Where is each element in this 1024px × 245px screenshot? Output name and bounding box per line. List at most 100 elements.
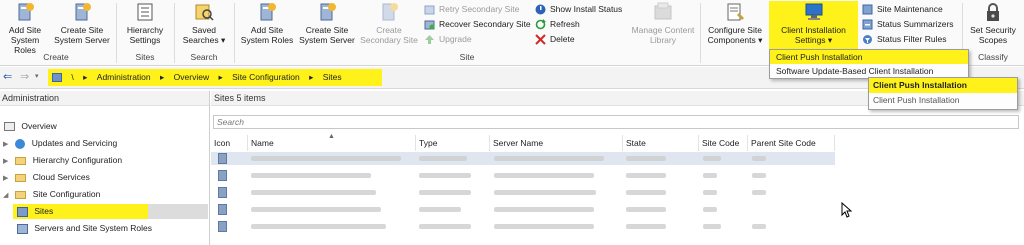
- set-security-scopes-button[interactable]: Set Security Scopes: [966, 1, 1020, 51]
- add-site-system-roles-button[interactable]: Add Site System Roles: [0, 1, 50, 55]
- breadcrumb-item[interactable]: Site Configuration: [232, 72, 300, 82]
- add-site-system-roles-button-2[interactable]: Add Site System Roles: [238, 1, 296, 51]
- blurred-cell: [626, 207, 666, 212]
- sort-ascending-icon: ▲: [328, 133, 335, 140]
- status-icon: [535, 4, 546, 15]
- table-row[interactable]: [211, 220, 835, 233]
- menu-item-client-push-installation[interactable]: Client Push Installation: [770, 50, 968, 64]
- configure-site-components-button[interactable]: Configure Site Components ▾: [703, 1, 767, 51]
- navigation-pane: Administration Overview ▶ Updates and Se…: [0, 91, 210, 245]
- column-header-server-name[interactable]: Server Name: [490, 135, 623, 151]
- create-site-system-server-button-2[interactable]: Create Site System Server: [298, 1, 356, 51]
- show-install-status-label: Show Install Status: [550, 4, 623, 14]
- nav-item-label: Servers and Site System Roles: [34, 223, 153, 233]
- filter-rules-icon: [862, 34, 873, 45]
- settings-list-icon: [134, 1, 156, 23]
- refresh-button[interactable]: Refresh: [535, 17, 580, 31]
- nav-item-label: Hierarchy Configuration: [32, 155, 123, 165]
- back-arrow-icon[interactable]: ⇐: [3, 70, 12, 83]
- menu-item-software-update-based-installation[interactable]: Software Update-Based Client Installatio…: [770, 64, 968, 78]
- table-row[interactable]: [211, 186, 835, 199]
- nav-item-label: Cloud Services: [32, 172, 90, 182]
- nav-item-label: Overview: [21, 121, 57, 131]
- upgrade-button[interactable]: Upgrade: [424, 32, 472, 46]
- ribbon-divider: [116, 3, 117, 63]
- blurred-cell: [703, 224, 721, 229]
- servers-icon: [17, 223, 28, 234]
- show-install-status-button[interactable]: Show Install Status: [535, 2, 622, 16]
- table-row[interactable]: [211, 203, 835, 216]
- column-header-site-code[interactable]: Site Code: [699, 135, 748, 151]
- manage-content-library-button[interactable]: Manage Content Library: [630, 1, 696, 51]
- blurred-cell: [251, 224, 386, 229]
- create-site-system-server-label: Create Site System Server: [299, 25, 355, 45]
- nav-item-sites[interactable]: Sites: [13, 204, 149, 219]
- client-installation-settings-button[interactable]: Client Installation Settings ▾: [769, 1, 858, 49]
- breadcrumb-item[interactable]: Administration: [97, 72, 151, 82]
- add-site-system-roles-label: Add Site System Roles: [8, 25, 42, 55]
- nav-item-hierarchy-configuration[interactable]: ▶ Hierarchy Configuration: [3, 153, 122, 168]
- nav-item-servers-and-site-system-roles[interactable]: Servers and Site System Roles: [17, 221, 152, 236]
- blurred-cell: [703, 207, 717, 212]
- nav-item-label: Site Configuration: [32, 189, 101, 199]
- blurred-cell: [494, 173, 594, 178]
- menu-item-client-push-installation[interactable]: Client Push Installation: [869, 93, 1017, 108]
- overview-icon: [4, 122, 15, 132]
- nav-item-overview[interactable]: Overview: [4, 119, 57, 134]
- menu-item-client-push-installation[interactable]: Client Push Installation: [869, 78, 1017, 93]
- column-header-type[interactable]: Type: [416, 135, 490, 151]
- breadcrumb[interactable]: \ ▸ Administration ▸ Overview ▸ Site Con…: [48, 69, 382, 86]
- chevron-right-icon: ▸: [218, 72, 223, 82]
- breadcrumb-item[interactable]: \: [71, 72, 73, 82]
- table-row[interactable]: [211, 169, 835, 182]
- nav-item-cloud-services[interactable]: ▶ Cloud Services: [3, 170, 90, 185]
- delete-label: Delete: [550, 34, 575, 44]
- nav-item-site-configuration[interactable]: ◢ Site Configuration: [3, 187, 100, 202]
- site-icon: [218, 204, 227, 215]
- group-label-classify: Classify: [978, 52, 1008, 62]
- create-site-system-server-button[interactable]: Create Site System Server: [52, 1, 112, 51]
- column-header-state[interactable]: State: [623, 135, 699, 151]
- retry-secondary-site-button[interactable]: Retry Secondary Site: [424, 2, 519, 16]
- column-header-icon[interactable]: Icon: [211, 135, 248, 151]
- forward-arrow-icon[interactable]: ⇒: [20, 70, 29, 83]
- collapse-arrow-icon[interactable]: ◢: [3, 188, 13, 203]
- search-input[interactable]: Search: [213, 115, 1019, 129]
- recover-secondary-site-label: Recover Secondary Site: [439, 19, 531, 29]
- nav-item-updates-and-servicing[interactable]: ▶ Updates and Servicing: [3, 136, 117, 151]
- column-header-parent-site-code[interactable]: Parent Site Code: [748, 135, 835, 151]
- group-label-create: Create: [43, 52, 69, 62]
- blurred-cell: [251, 207, 381, 212]
- maintenance-icon: [862, 4, 873, 15]
- mouse-cursor-icon: [841, 202, 853, 218]
- monitor-install-icon: [803, 1, 825, 23]
- hierarchy-settings-button[interactable]: Hierarchy Settings: [120, 1, 170, 51]
- breadcrumb-item[interactable]: Sites: [323, 72, 342, 82]
- expand-arrow-icon[interactable]: ▶: [3, 137, 13, 152]
- hierarchy-settings-label: Hierarchy Settings: [126, 25, 164, 45]
- table-row[interactable]: [211, 152, 835, 165]
- folder-icon: [15, 156, 27, 165]
- site-maintenance-button[interactable]: Site Maintenance: [862, 2, 943, 16]
- expand-arrow-icon[interactable]: ▶: [3, 154, 13, 169]
- delete-button[interactable]: Delete: [535, 32, 575, 46]
- retry-icon: [424, 4, 435, 15]
- breadcrumb-item[interactable]: Overview: [174, 72, 209, 82]
- blurred-cell: [752, 173, 766, 178]
- refresh-icon: [535, 19, 546, 30]
- blurred-cell: [494, 224, 594, 229]
- delete-x-icon: [535, 34, 546, 45]
- dropdown-chevron-icon[interactable]: ▾: [35, 72, 39, 80]
- create-secondary-site-button[interactable]: Create Secondary Site: [358, 1, 420, 51]
- group-label-search: Search: [190, 52, 218, 62]
- blurred-cell: [251, 173, 371, 178]
- status-summarizers-button[interactable]: Status Summarizers: [862, 17, 954, 31]
- create-site-system-server-label: Create Site System Server: [54, 25, 110, 45]
- column-header-name[interactable]: Name ▲: [248, 133, 416, 151]
- saved-searches-button[interactable]: Saved Searches ▾: [178, 1, 230, 51]
- expand-arrow-icon[interactable]: ▶: [3, 171, 13, 186]
- recover-secondary-site-button[interactable]: Recover Secondary Site: [424, 17, 531, 31]
- status-filter-rules-button[interactable]: Status Filter Rules: [862, 32, 946, 46]
- server-create-icon: [378, 1, 400, 23]
- group-label-site: Site: [459, 52, 475, 62]
